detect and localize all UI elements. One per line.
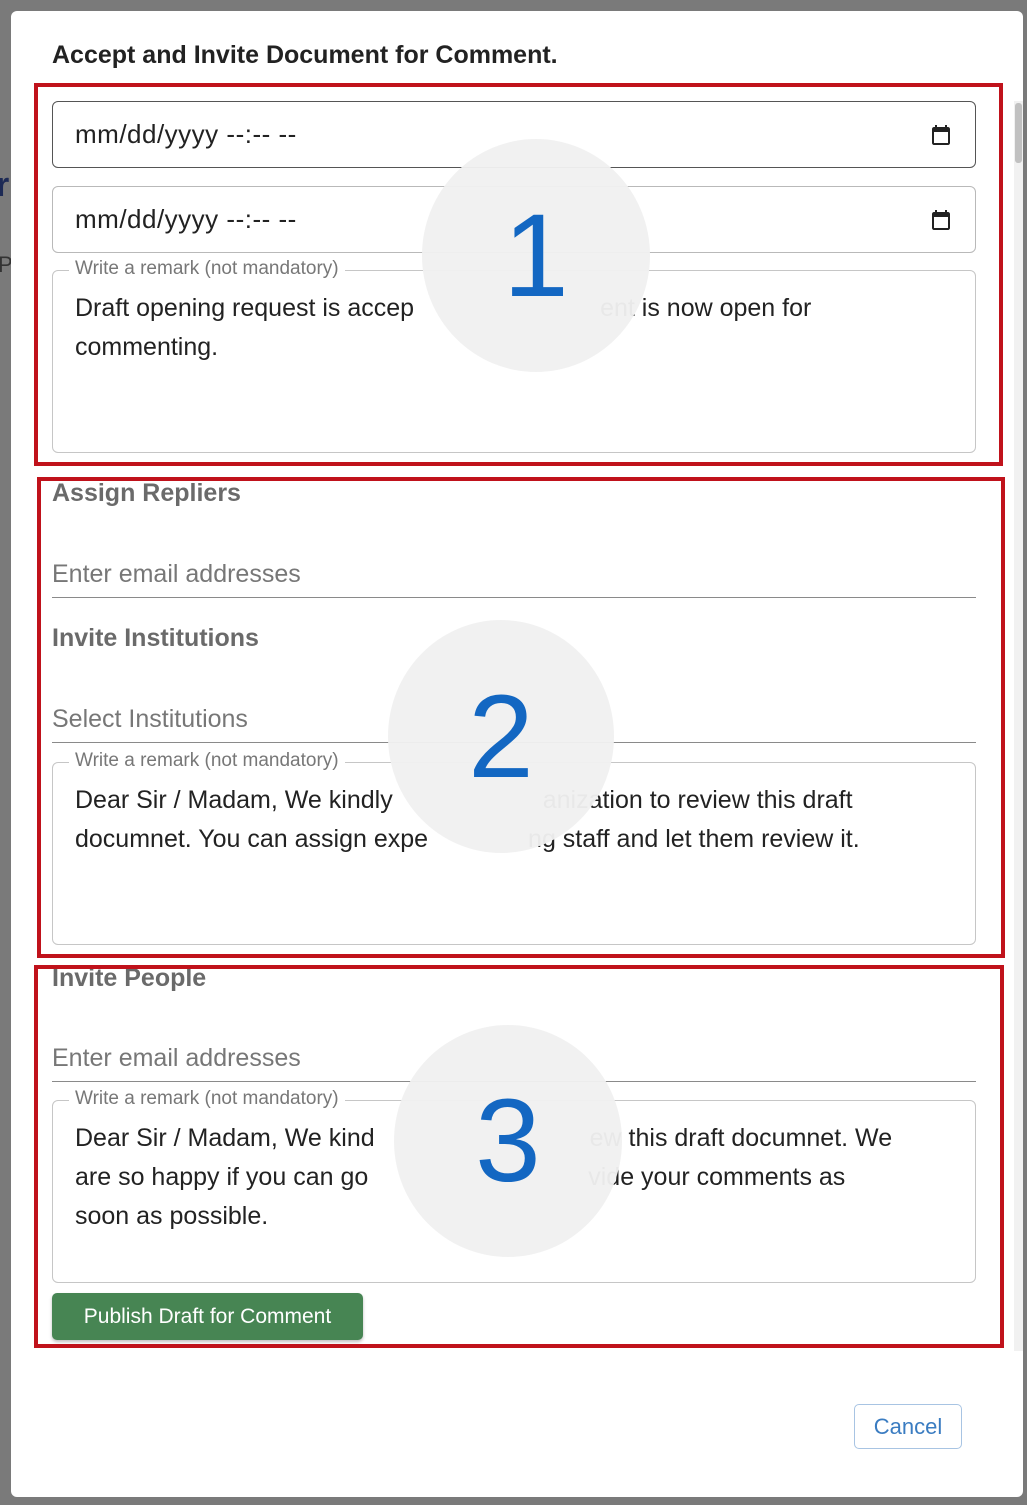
modal-title: Accept and Invite Document for Comment. [52, 41, 558, 69]
cancel-button[interactable]: Cancel [854, 1404, 962, 1449]
assign-repliers-heading: Assign Repliers [52, 479, 241, 507]
invite-people-heading: Invite People [52, 964, 207, 992]
scrollbar-track[interactable] [1014, 101, 1023, 1351]
remark-legend: Write a remark (not mandatory) [69, 1088, 345, 1110]
annotation-number-3: 3 [394, 1025, 622, 1257]
publish-draft-button[interactable]: Publish Draft for Comment [52, 1293, 363, 1340]
backdrop-fragment: r [0, 166, 10, 204]
annotation-number-2: 2 [388, 620, 614, 853]
calendar-icon[interactable] [929, 123, 953, 147]
invite-institutions-heading: Invite Institutions [52, 624, 259, 652]
remark-legend: Write a remark (not mandatory) [69, 750, 345, 772]
assign-repliers-email-input[interactable]: Enter email addresses [52, 554, 976, 598]
calendar-icon[interactable] [929, 208, 953, 232]
remark-legend: Write a remark (not mandatory) [69, 258, 345, 280]
scrollbar-thumb[interactable] [1015, 103, 1022, 163]
annotation-number-1: 1 [422, 139, 650, 372]
